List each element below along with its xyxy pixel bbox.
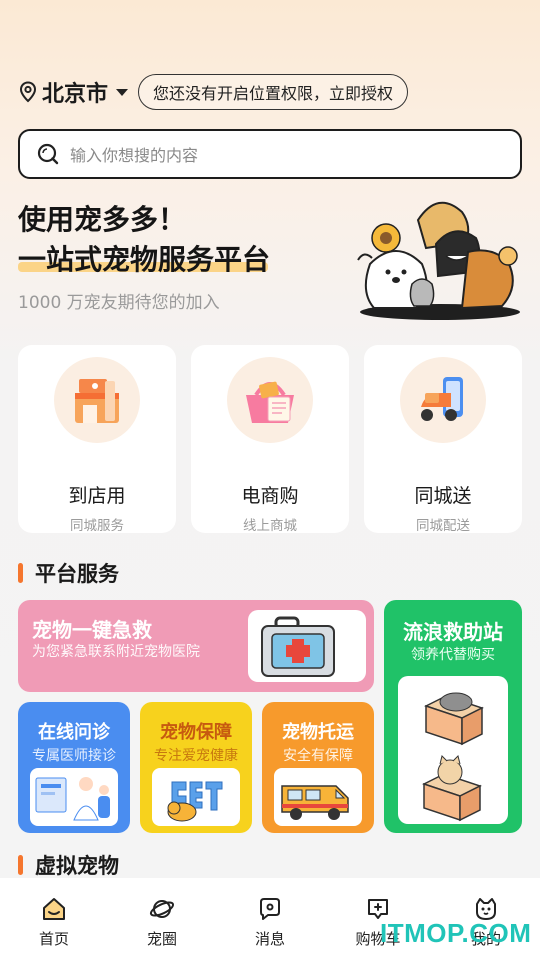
service-desc: 领养代替购买 — [411, 647, 495, 663]
watermark: ITMOP.COM — [380, 918, 532, 948]
hero-title-line1: 使用宠多多！ — [18, 203, 187, 236]
feature-name: 到店用 — [68, 485, 126, 507]
shopping-basket-icon — [227, 357, 313, 443]
section-title: 平台服务 — [35, 562, 119, 586]
section-accent-bar — [18, 563, 23, 583]
tab-messages[interactable]: 消息 — [216, 878, 324, 960]
home-icon — [43, 898, 65, 920]
pets-illustration — [357, 201, 520, 320]
location-row: 北京市 您还没有开启位置权限，立即授权 — [18, 74, 409, 110]
service-title: 在线问诊 — [38, 722, 110, 743]
doctor-consult-icon — [30, 768, 118, 826]
service-title: 宠物保障 — [160, 722, 232, 743]
service-title: 宠物托运 — [282, 722, 354, 743]
tab-label: 首页 — [38, 930, 69, 948]
feature-desc: 同城服务 — [70, 518, 124, 534]
search-bar[interactable]: 输入你想搜的内容 — [18, 129, 522, 179]
service-stray-rescue-card[interactable]: 流浪救助站 领养代替购买 — [384, 600, 522, 833]
storefront-icon — [54, 357, 140, 443]
tab-home[interactable]: 首页 — [0, 878, 108, 960]
planet-icon — [149, 900, 175, 918]
city-dropdown-caret-icon[interactable] — [116, 88, 129, 96]
feature-card-instore[interactable]: 到店用 同城服务 — [18, 345, 176, 534]
service-desc: 为您紧急联系附近宠物医院 — [32, 644, 200, 660]
service-emergency-card[interactable]: 宠物一键急救 为您紧急联系附近宠物医院 — [18, 600, 374, 692]
section-virtual-pets: 虚拟宠物 — [18, 850, 119, 880]
feature-name: 电商购 — [241, 485, 299, 507]
feature-card-ecommerce[interactable]: 电商购 线上商城 — [191, 345, 349, 534]
hero-title-line2: 一站式宠物服务平台 — [18, 243, 271, 276]
tab-label: 宠圈 — [146, 930, 177, 948]
hero-subtitle: 1000 万宠友期待您的加入 — [18, 293, 220, 313]
cats-in-boxes-icon — [398, 676, 508, 824]
service-title: 宠物一键急救 — [32, 618, 152, 642]
section-accent-bar — [18, 855, 23, 875]
service-pet-shipping-card[interactable]: 宠物托运 安全有保障 — [262, 702, 374, 833]
section-platform-services: 平台服务 — [18, 558, 119, 588]
tab-label: 消息 — [254, 930, 285, 948]
feature-card-delivery[interactable]: 同城送 同城配送 — [364, 345, 522, 534]
location-permission-button[interactable]: 您还没有开启位置权限，立即授权 — [138, 74, 409, 110]
tab-pet-circle[interactable]: 宠圈 — [108, 878, 216, 960]
service-online-consult-card[interactable]: 在线问诊 专属医师接诊 — [18, 702, 130, 833]
service-desc: 专属医师接诊 — [32, 748, 116, 764]
transport-van-icon — [274, 768, 362, 826]
feature-desc: 线上商城 — [243, 518, 297, 534]
service-pet-insurance-card[interactable]: 宠物保障 专注爱宠健康 — [140, 702, 252, 833]
search-input[interactable]: 输入你想搜的内容 — [70, 142, 198, 166]
city-selector[interactable]: 北京市 — [42, 76, 108, 108]
search-icon — [37, 143, 59, 165]
service-desc: 安全有保障 — [283, 748, 353, 764]
section-title: 虚拟宠物 — [35, 854, 119, 878]
first-aid-kit-icon — [248, 610, 366, 682]
feature-desc: 同城配送 — [416, 518, 470, 534]
feature-name: 同城送 — [414, 485, 472, 507]
location-pin-icon — [19, 81, 37, 103]
delivery-scooter-icon — [400, 357, 486, 443]
service-title: 流浪救助站 — [403, 620, 503, 644]
service-desc: 专注爱宠健康 — [154, 748, 238, 764]
cat-with-balloon-letters-icon — [152, 768, 240, 826]
message-icon — [260, 898, 280, 920]
